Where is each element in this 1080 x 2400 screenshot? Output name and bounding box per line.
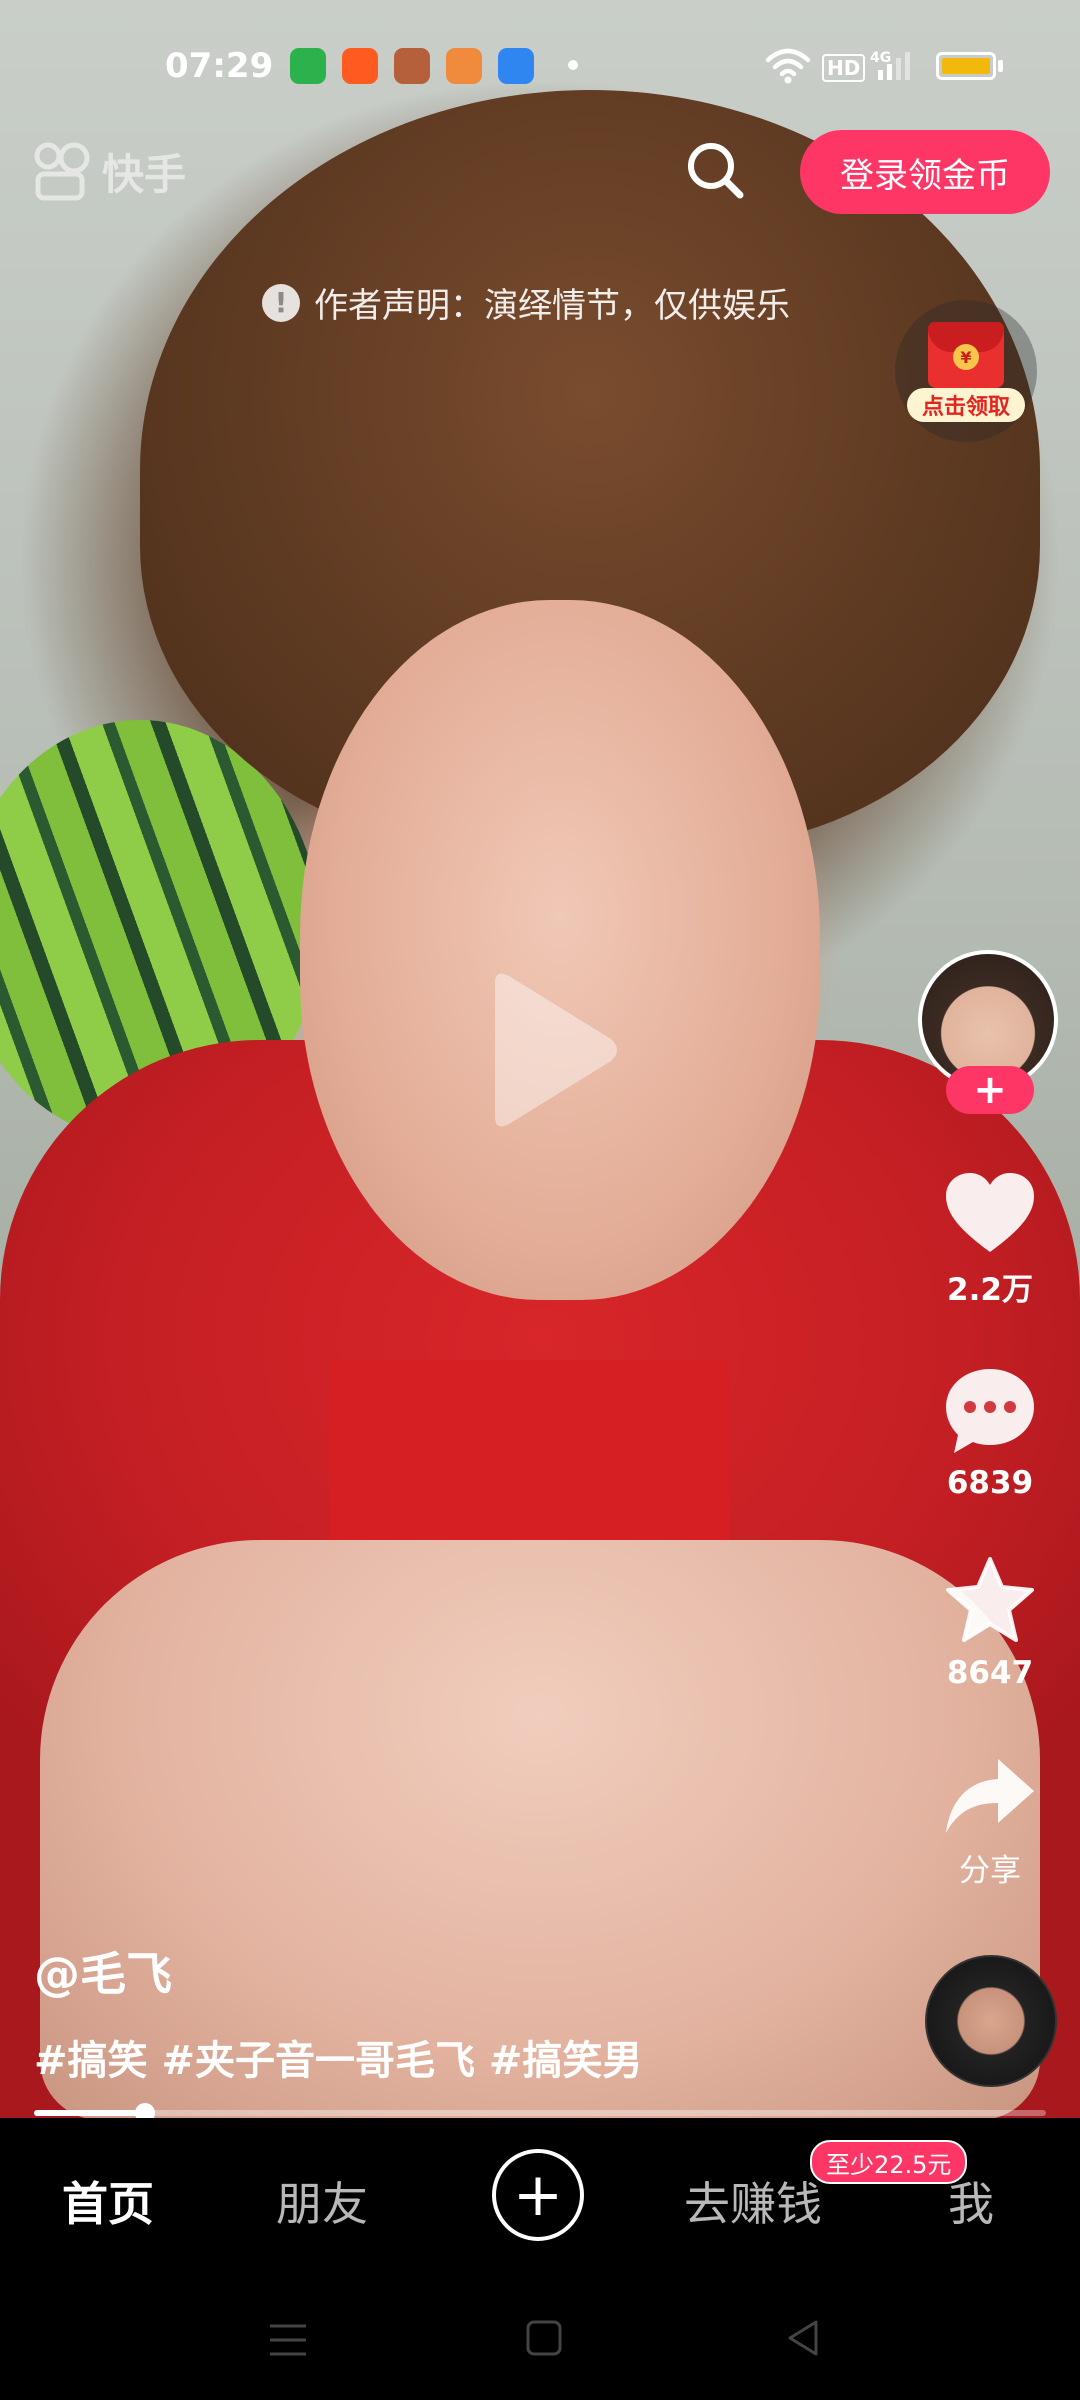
follow-button[interactable]: + bbox=[946, 1066, 1034, 1114]
status-bar: 07:29 HD 4G bbox=[0, 0, 1080, 140]
network-type: 4G bbox=[870, 50, 891, 66]
like-count: 2.2万 bbox=[947, 1272, 1033, 1308]
kuaishou-logo-icon bbox=[34, 142, 90, 201]
video-progress-bar[interactable] bbox=[34, 2103, 1046, 2123]
star-icon bbox=[946, 1557, 1034, 1642]
disclaimer-text: 作者声明：演绎情节，仅供娱乐 bbox=[314, 286, 790, 326]
system-navigation-bar bbox=[0, 2276, 1080, 2400]
notification-dot bbox=[568, 60, 578, 70]
kuaishou-logo: 快手 bbox=[30, 136, 186, 206]
signal-icon: 4G bbox=[870, 50, 910, 80]
nav-friends[interactable]: 朋友 bbox=[276, 2168, 368, 2234]
share-icon bbox=[946, 1759, 1034, 1833]
music-disc[interactable] bbox=[925, 1955, 1057, 2087]
hashtags[interactable]: #搞笑 #夹子音一哥毛飞 #搞笑男 bbox=[34, 2028, 642, 2086]
menu-icon[interactable] bbox=[266, 2320, 310, 2360]
battery-icon bbox=[936, 52, 996, 80]
red-packet-label: 点击领取 bbox=[907, 388, 1025, 422]
battery-cap bbox=[998, 60, 1003, 72]
home-icon[interactable] bbox=[524, 2318, 564, 2358]
earn-badge: 至少22.5元 bbox=[810, 2140, 968, 2184]
app-icon-game bbox=[394, 48, 430, 84]
app-icon-kuaishou bbox=[342, 48, 378, 84]
comment-icon bbox=[946, 1369, 1034, 1453]
nav-me[interactable]: 我 bbox=[948, 2168, 994, 2234]
app-icon-green bbox=[290, 48, 326, 84]
share-label: 分享 bbox=[959, 1853, 1021, 1889]
play-icon[interactable] bbox=[475, 965, 625, 1135]
video-frame-face bbox=[300, 600, 820, 1300]
collect-count: 8647 bbox=[946, 1655, 1034, 1691]
share-button[interactable]: 分享 bbox=[930, 1755, 1050, 1890]
app-icon-blue bbox=[498, 48, 534, 84]
coin-icon: ¥ bbox=[953, 344, 979, 370]
wifi-icon bbox=[765, 48, 811, 84]
red-packet-widget[interactable]: ¥ 点击领取 bbox=[895, 300, 1037, 442]
bottom-navigation: 首页 朋友 + 去赚钱 至少22.5元 我 bbox=[0, 2118, 1080, 2276]
battery-level bbox=[942, 58, 990, 74]
login-coins-button[interactable]: 登录领金币 bbox=[800, 130, 1050, 214]
nav-earn[interactable]: 去赚钱 bbox=[684, 2168, 822, 2234]
nav-home[interactable]: 首页 bbox=[62, 2168, 154, 2234]
heart-icon bbox=[946, 1173, 1034, 1252]
comment-count: 6839 bbox=[946, 1465, 1034, 1501]
author-disclaimer: ! 作者声明：演绎情节，仅供娱乐 bbox=[262, 278, 790, 327]
collect-button[interactable]: 8647 bbox=[930, 1555, 1050, 1691]
status-time: 07:29 bbox=[165, 46, 274, 86]
like-button[interactable]: 2.2万 bbox=[930, 1170, 1050, 1309]
author-name[interactable]: @毛飞 bbox=[34, 1938, 172, 2004]
back-icon[interactable] bbox=[782, 2316, 822, 2360]
progress-fill bbox=[34, 2110, 145, 2116]
app-icon-gamepad bbox=[446, 48, 482, 84]
create-button[interactable]: + bbox=[492, 2149, 584, 2241]
exclamation-icon: ! bbox=[262, 283, 300, 322]
hd-label: HD bbox=[822, 54, 866, 82]
search-icon[interactable] bbox=[680, 135, 750, 205]
logo-text: 快手 bbox=[102, 149, 187, 199]
comment-button[interactable]: 6839 bbox=[930, 1365, 1050, 1501]
